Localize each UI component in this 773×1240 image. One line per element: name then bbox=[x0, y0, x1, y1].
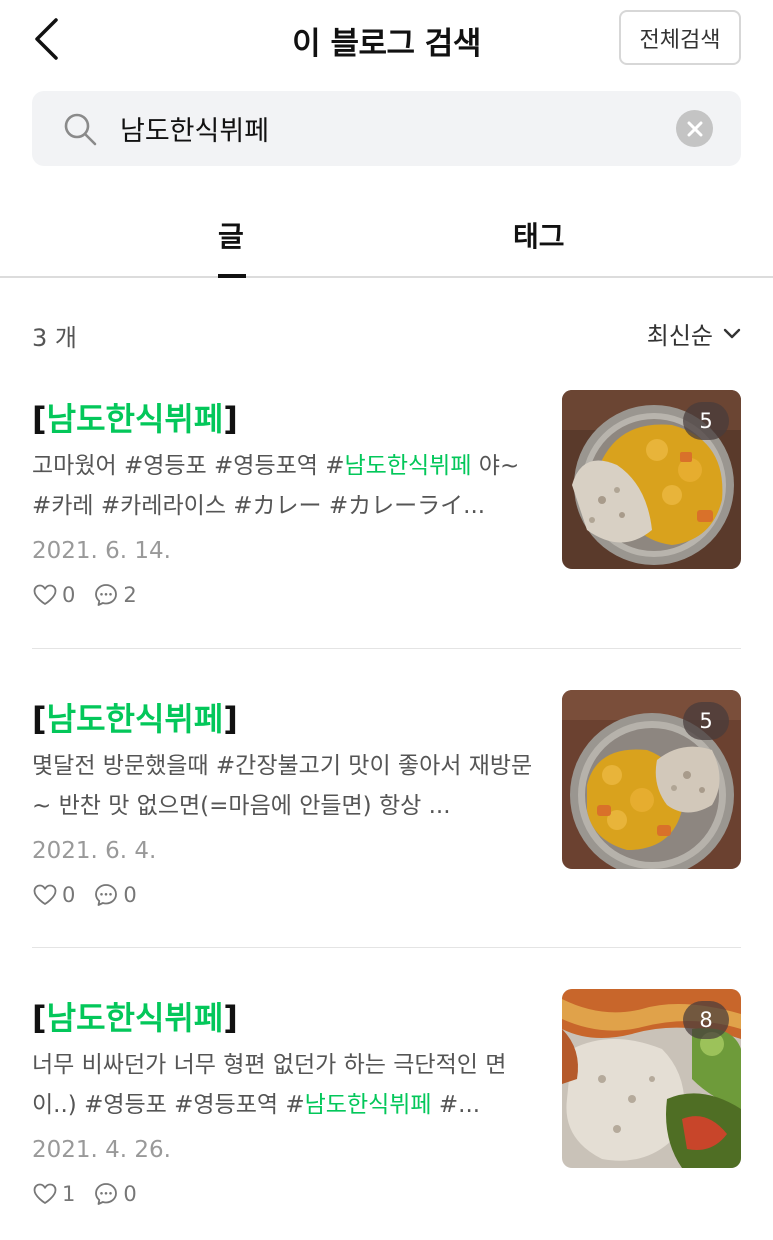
tab-posts[interactable]: 글 bbox=[218, 215, 244, 255]
divider bbox=[32, 947, 741, 948]
post-title: [남도한식뷔페] bbox=[32, 700, 238, 738]
like-button[interactable]: 1 bbox=[32, 1182, 75, 1206]
tab-bar: 글 태그 bbox=[0, 205, 773, 278]
back-button[interactable] bbox=[26, 14, 66, 64]
post-meta: 0 0 bbox=[32, 882, 155, 908]
like-count: 1 bbox=[62, 1182, 76, 1206]
post-excerpt: 너무 비싸던가 너무 형편 없던가 하는 극단적인 면 이..) #영등포 #영… bbox=[32, 1052, 507, 1118]
result-count: 3 개 bbox=[32, 324, 77, 352]
like-button[interactable]: 0 bbox=[32, 583, 75, 607]
post-meta: 0 2 bbox=[32, 582, 155, 608]
post-item[interactable]: [남도한식뷔페] 고마웠어 #영등포 #영등포역 #남도한식뷔페 야~ #카레 … bbox=[32, 390, 741, 650]
search-icon bbox=[64, 113, 97, 146]
post-title-highlight: 남도한식뷔페 bbox=[46, 999, 224, 1037]
sort-dropdown[interactable]: 최신순 bbox=[647, 316, 741, 351]
search-input[interactable] bbox=[120, 105, 660, 151]
post-date: 2021. 6. 4. bbox=[32, 838, 157, 864]
chevron-left-icon bbox=[35, 18, 58, 60]
comment-icon bbox=[95, 1183, 118, 1205]
post-title-highlight: 남도한식뷔페 bbox=[46, 400, 224, 438]
post-title-highlight: 남도한식뷔페 bbox=[46, 700, 224, 738]
image-count-badge: 8 bbox=[683, 1001, 729, 1039]
comment-count: 0 bbox=[123, 883, 137, 907]
post-item[interactable]: [남도한식뷔페] 몇달전 방문했을때 #간장불고기 맛이 좋아서 재방문~ 반찬… bbox=[32, 690, 741, 950]
post-thumbnail[interactable]: 5 bbox=[562, 690, 741, 869]
search-bar bbox=[32, 91, 741, 166]
like-count: 0 bbox=[62, 583, 76, 607]
heart-icon bbox=[33, 884, 57, 905]
comment-button[interactable]: 0 bbox=[93, 1181, 137, 1207]
header: 이 블로그 검색 전체검색 bbox=[0, 0, 773, 80]
post-title: [남도한식뷔페] bbox=[32, 999, 238, 1037]
active-tab-indicator bbox=[218, 274, 246, 278]
comment-icon bbox=[95, 584, 118, 606]
image-count-badge: 5 bbox=[683, 402, 729, 440]
chevron-down-icon bbox=[723, 328, 741, 338]
comment-count: 2 bbox=[123, 583, 137, 607]
post-title: [남도한식뷔페] bbox=[32, 400, 238, 438]
all-search-button[interactable]: 전체검색 bbox=[619, 10, 741, 65]
heart-icon bbox=[33, 1183, 57, 1204]
tab-tags[interactable]: 태그 bbox=[513, 215, 565, 255]
like-button[interactable]: 0 bbox=[32, 883, 75, 907]
image-count-badge: 5 bbox=[683, 702, 729, 740]
comment-button[interactable]: 2 bbox=[93, 582, 137, 608]
post-excerpt: 고마웠어 #영등포 #영등포역 #남도한식뷔페 야~ #카레 #카레라이스 #カ… bbox=[32, 453, 520, 519]
post-item[interactable]: [남도한식뷔페] 너무 비싸던가 너무 형편 없던가 하는 극단적인 면 이..… bbox=[32, 989, 741, 1240]
post-date: 2021. 6. 14. bbox=[32, 538, 171, 564]
post-thumbnail[interactable]: 5 bbox=[562, 390, 741, 569]
post-thumbnail[interactable]: 8 bbox=[562, 989, 741, 1168]
close-icon bbox=[687, 121, 702, 136]
divider bbox=[32, 648, 741, 649]
clear-search-button[interactable] bbox=[676, 110, 713, 147]
post-date: 2021. 4. 26. bbox=[32, 1137, 171, 1163]
comment-icon bbox=[95, 884, 118, 906]
sort-label: 최신순 bbox=[646, 322, 713, 350]
like-count: 0 bbox=[62, 883, 76, 907]
post-excerpt: 몇달전 방문했을때 #간장불고기 맛이 좋아서 재방문~ 반찬 맛 없으면(=마… bbox=[32, 753, 533, 819]
heart-icon bbox=[33, 584, 57, 605]
post-meta: 1 0 bbox=[32, 1181, 155, 1207]
comment-count: 0 bbox=[123, 1182, 137, 1206]
comment-button[interactable]: 0 bbox=[93, 882, 137, 908]
